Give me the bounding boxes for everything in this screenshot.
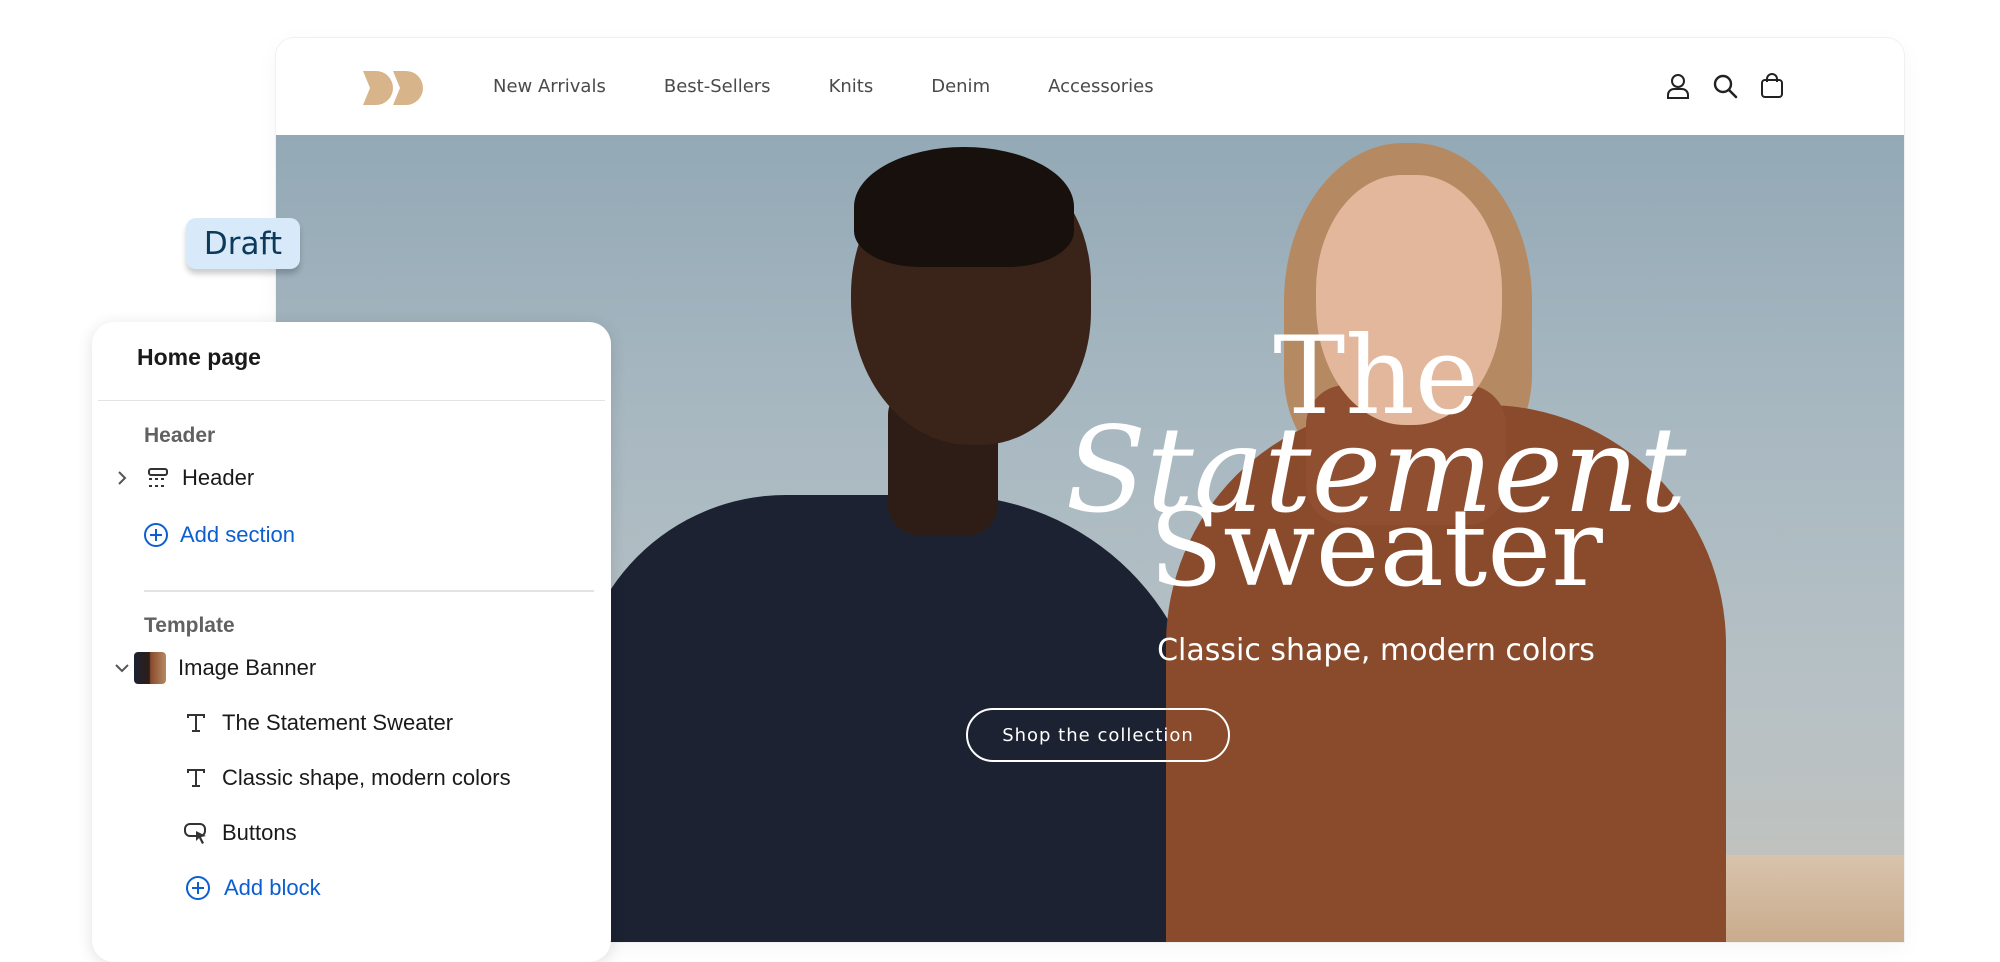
block-item-subheading[interactable]: Classic shape, modern colors (112, 756, 592, 800)
sidebar-item-header[interactable]: Header (112, 456, 592, 500)
store-nav-links: New Arrivals Best-Sellers Knits Denim Ac… (493, 38, 1212, 135)
search-icon[interactable] (1711, 72, 1739, 100)
sidebar-item-label: Header (182, 465, 255, 490)
block-item-label: Buttons (222, 820, 297, 845)
header-group-label: Header (144, 424, 216, 447)
panel-title: Home page (137, 344, 261, 370)
chevron-down-icon[interactable] (112, 658, 132, 678)
hero-subtitle: Classic shape, modern colors (1157, 633, 1595, 668)
block-item-label: Classic shape, modern colors (222, 765, 511, 790)
nav-link-best-sellers[interactable]: Best-Sellers (664, 76, 771, 97)
text-block-icon (182, 764, 210, 792)
add-block-button[interactable]: Add block (112, 866, 592, 910)
store-header: New Arrivals Best-Sellers Knits Denim Ac… (276, 38, 1904, 135)
panel-divider (98, 400, 605, 401)
sidebar-item-image-banner[interactable]: Image Banner (112, 646, 592, 690)
image-banner-thumbnail (134, 652, 166, 684)
add-section-label: Add section (180, 522, 295, 547)
add-circle-icon (142, 521, 170, 549)
store-header-icons (1645, 72, 1786, 100)
add-circle-icon (184, 874, 212, 902)
nav-link-denim[interactable]: Denim (931, 76, 990, 97)
cart-icon[interactable] (1758, 72, 1786, 100)
template-group-label: Template (144, 614, 235, 637)
block-item-label: The Statement Sweater (222, 710, 454, 735)
sidebar-item-label: Image Banner (178, 655, 317, 680)
nav-link-accessories[interactable]: Accessories (1048, 76, 1154, 97)
store-logo[interactable] (360, 68, 430, 108)
chevron-right-icon[interactable] (112, 468, 132, 488)
theme-editor-panel: Home page Header Header Add section Temp… (92, 322, 611, 962)
block-item-buttons[interactable]: Buttons (112, 811, 592, 855)
shop-collection-button[interactable]: Shop the collection (966, 708, 1230, 762)
nav-link-knits[interactable]: Knits (829, 76, 874, 97)
header-section-icon (144, 464, 172, 492)
button-block-icon (182, 819, 210, 847)
account-icon[interactable] (1664, 72, 1692, 100)
add-section-button[interactable]: Add section (112, 513, 592, 557)
add-block-label: Add block (224, 875, 321, 900)
section-divider (144, 590, 594, 592)
hero-title-line-3: Sweater (1149, 486, 1603, 611)
nav-link-new-arrivals[interactable]: New Arrivals (493, 76, 606, 97)
text-block-icon (182, 709, 210, 737)
block-item-heading[interactable]: The Statement Sweater (112, 701, 592, 745)
draft-badge: Draft (186, 218, 300, 269)
